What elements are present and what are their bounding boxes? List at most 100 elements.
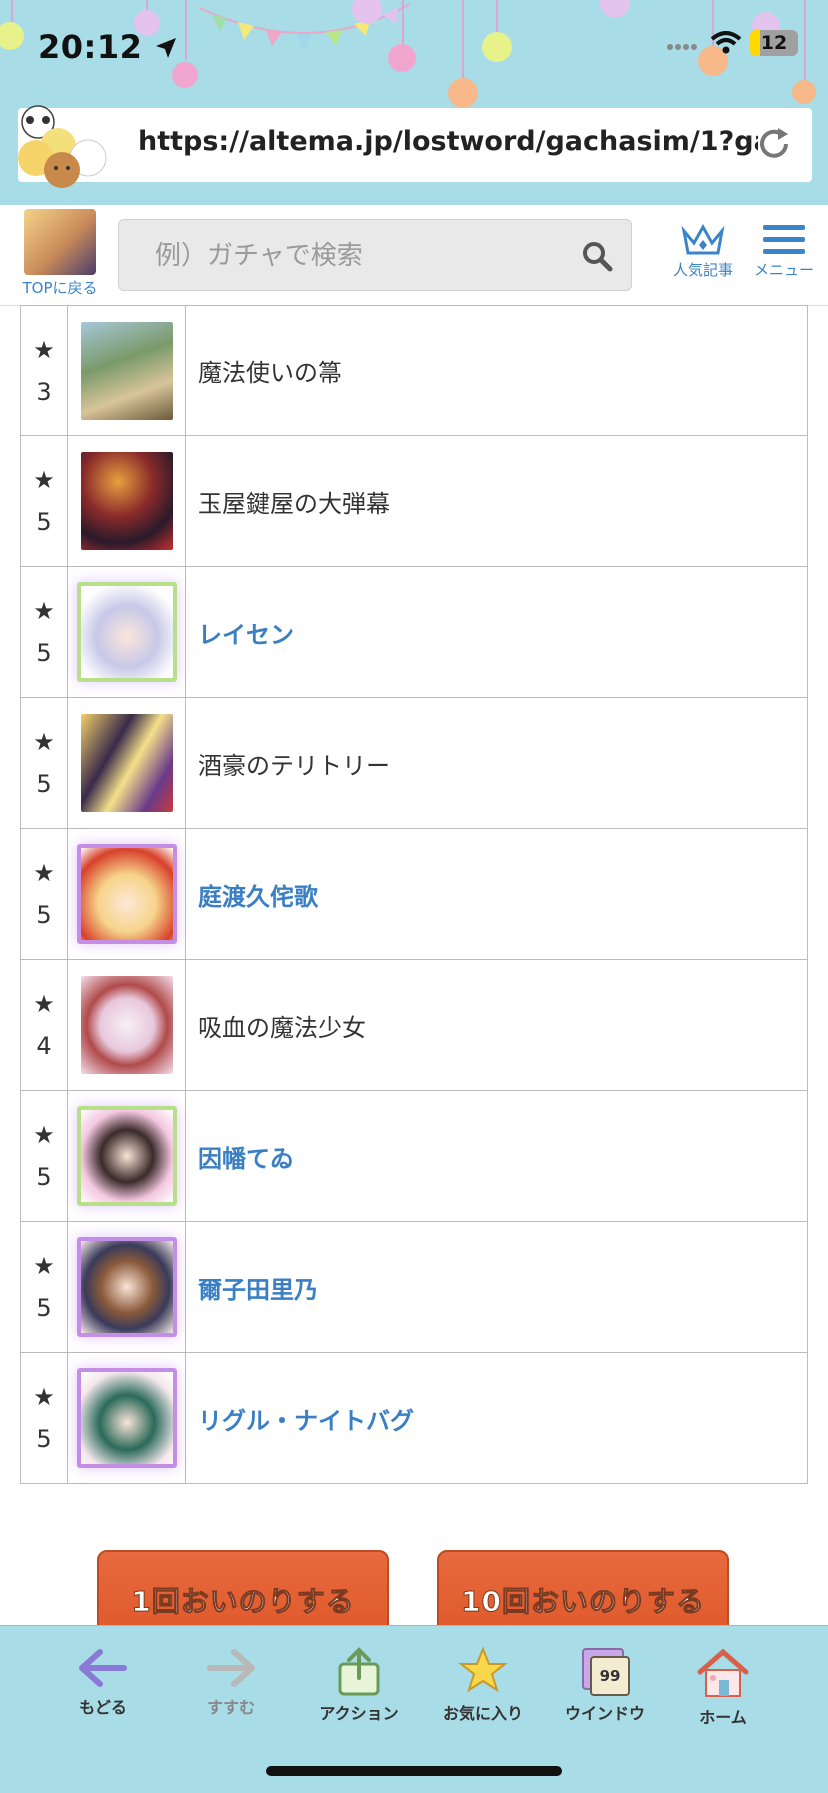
battery-indicator: 12: [750, 30, 798, 56]
favorites-button[interactable]: お気に入り: [428, 1646, 538, 1724]
back-label[interactable]: もどる: [79, 1698, 127, 1717]
home-button[interactable]: ホーム: [668, 1646, 778, 1728]
character-link[interactable]: 爾子田里乃: [198, 1270, 318, 1305]
url-text[interactable]: https://altema.jp/lostword/gachasim/1?ga…: [138, 126, 758, 157]
table-row: ★ 5 因幡てゐ: [20, 1091, 808, 1222]
item-name: 玉屋鍵屋の大弾幕: [198, 489, 390, 518]
star-icon: ★: [33, 335, 55, 364]
character-name-cell[interactable]: 庭渡久侘歌: [186, 829, 807, 959]
rarity-value: 3: [36, 377, 52, 406]
status-time: 20:12: [38, 28, 178, 66]
character-name-cell[interactable]: レイセン: [186, 567, 807, 697]
status-time-text: 20:12: [38, 28, 143, 66]
forward-label[interactable]: すすむ: [207, 1698, 255, 1717]
search-icon[interactable]: [581, 240, 613, 272]
action-label[interactable]: アクション: [319, 1704, 398, 1723]
search-input[interactable]: [119, 220, 597, 292]
rarity-value: 5: [36, 901, 52, 929]
gacha-results-table: ★ 3 魔法使いの箒 ★ 5 玉屋鍵屋の大弾幕 ★ 5 レイセン ★ 5 酒豪のテリトリ…: [20, 305, 808, 1484]
window-button[interactable]: 99 ウインドウ: [550, 1646, 660, 1724]
character-thumbnail-cell[interactable]: [68, 1091, 186, 1221]
item-thumbnail: [80, 714, 173, 812]
bunting-decoration: [200, 3, 411, 50]
item-name-cell: 吸血の魔法少女: [186, 960, 807, 1090]
rarity-value: 5: [36, 770, 52, 798]
item-thumbnail: [80, 321, 173, 420]
home-indicator[interactable]: [266, 1766, 562, 1776]
rarity-value: 5: [36, 508, 52, 536]
character-name-cell[interactable]: 因幡てゐ: [186, 1091, 807, 1221]
ten-pull-button[interactable]: 10回おいのりする: [437, 1550, 729, 1630]
menu-button[interactable]: メニュー: [746, 223, 822, 280]
character-thumbnail-cell[interactable]: [68, 1222, 186, 1352]
character-link[interactable]: 因幡てゐ: [198, 1139, 294, 1174]
rarity-cell: ★ 3: [21, 306, 68, 435]
rarity-value: 5: [36, 1163, 52, 1191]
home-label[interactable]: ホーム: [699, 1708, 747, 1727]
item-name-cell: 酒豪のテリトリー: [186, 698, 807, 828]
popular-articles-button[interactable]: 人気記事: [668, 223, 738, 280]
ornament: [482, 32, 512, 62]
popular-articles-label[interactable]: 人気記事: [673, 261, 733, 279]
character-thumbnail-cell[interactable]: [68, 1353, 186, 1483]
character-thumbnail[interactable]: [76, 582, 177, 682]
character-thumbnail[interactable]: [76, 844, 177, 944]
favorites-label[interactable]: お気に入り: [443, 1704, 523, 1723]
rarity-cell: ★ 5: [21, 567, 68, 697]
reload-icon[interactable]: [754, 124, 794, 164]
ornament-string: [185, 0, 187, 60]
ornament: [792, 80, 816, 104]
ornament: [600, 0, 630, 18]
browser-top-area: 20:12 12 https://altema.jp/lostword/gach…: [0, 0, 828, 205]
rarity-cell: ★ 5: [21, 1091, 68, 1221]
rarity-cell: ★ 5: [21, 698, 68, 828]
character-name-cell[interactable]: リグル・ナイトバグ: [186, 1353, 807, 1483]
top-return-link[interactable]: TOPに戻る: [16, 209, 104, 298]
window-label[interactable]: ウインドウ: [565, 1704, 645, 1723]
ten-pull-label[interactable]: 10回おいのりする: [461, 1580, 705, 1620]
item-thumbnail-cell: [68, 306, 186, 435]
table-row: ★ 5 爾子田里乃: [20, 1222, 808, 1353]
window-count: 99: [590, 1656, 630, 1696]
star-icon: ★: [33, 466, 55, 494]
site-logo-image[interactable]: [24, 209, 96, 275]
star-icon: [458, 1646, 508, 1693]
signal-dots-icon: [667, 44, 697, 50]
wifi-icon: [710, 31, 742, 54]
single-pull-label[interactable]: 1回おいのりする: [131, 1580, 354, 1620]
item-name: 魔法使いの箒: [198, 359, 342, 387]
menu-label[interactable]: メニュー: [754, 261, 814, 279]
table-row: ★ 5 玉屋鍵屋の大弾幕: [20, 436, 808, 567]
top-return-label[interactable]: TOPに戻る: [16, 277, 104, 298]
character-thumbnail-cell[interactable]: [68, 567, 186, 697]
rarity-value: 5: [36, 1425, 52, 1453]
forward-button[interactable]: すすむ: [176, 1646, 286, 1718]
character-link[interactable]: 庭渡久侘歌: [198, 877, 318, 912]
rarity-cell: ★ 5: [21, 1222, 68, 1352]
character-link[interactable]: レイセン: [198, 615, 294, 650]
table-row: ★ 5 レイセン: [20, 567, 808, 698]
ornament-string: [804, 0, 806, 80]
ornament-string: [496, 0, 498, 32]
character-name-cell[interactable]: 爾子田里乃: [186, 1222, 807, 1352]
share-icon: [338, 1647, 380, 1696]
status-indicators: 12: [666, 30, 798, 56]
url-bar[interactable]: https://altema.jp/lostword/gachasim/1?ga…: [18, 108, 812, 182]
forward-arrow-icon: [207, 1649, 255, 1687]
character-thumbnail[interactable]: [76, 1368, 177, 1468]
mascot-characters-image: [18, 105, 107, 188]
character-thumbnail[interactable]: [76, 1106, 177, 1206]
rarity-cell: ★ 5: [21, 1353, 68, 1483]
hamburger-menu-icon: [763, 225, 805, 254]
character-thumbnail[interactable]: [76, 1237, 177, 1337]
search-box[interactable]: [118, 219, 632, 292]
back-button[interactable]: もどる: [48, 1646, 158, 1718]
table-row: ★ 5 リグル・ナイトバグ: [20, 1353, 808, 1484]
rarity-cell: ★ 4: [21, 960, 68, 1090]
item-thumbnail-cell: [68, 698, 186, 828]
single-pull-button[interactable]: 1回おいのりする: [97, 1550, 389, 1630]
character-link[interactable]: リグル・ナイトバグ: [198, 1401, 414, 1436]
character-thumbnail-cell[interactable]: [68, 829, 186, 959]
ornament-string: [402, 0, 404, 44]
action-button[interactable]: アクション: [304, 1646, 414, 1724]
